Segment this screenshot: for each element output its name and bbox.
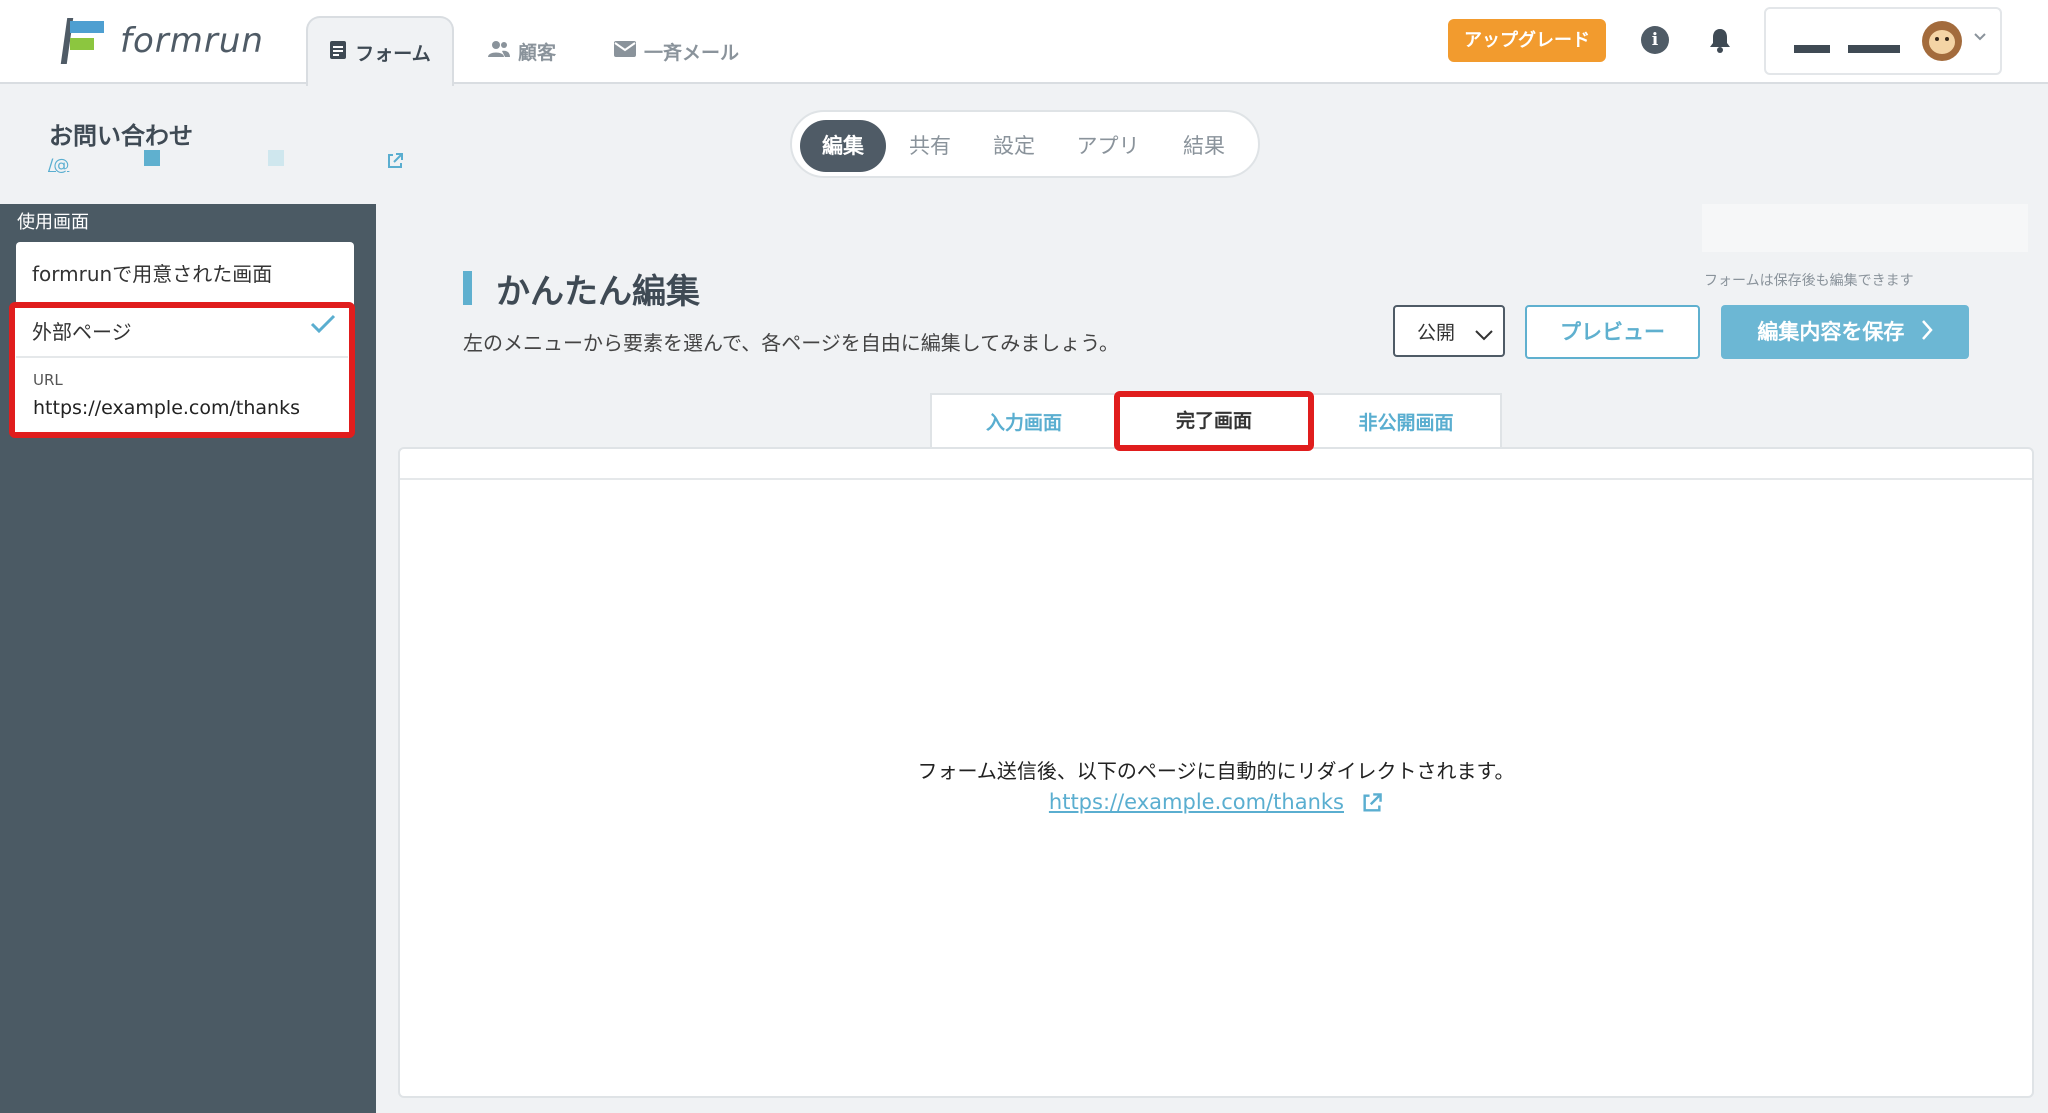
redirect-link-row: https://example.com/thanks	[398, 790, 2034, 818]
redirect-message: フォーム送信後、以下のページに自動的にリダイレクトされます。	[917, 759, 1515, 783]
tab-settings[interactable]: 設定	[976, 120, 1052, 172]
redacted-name	[1848, 45, 1900, 53]
tab-apps[interactable]: アプリ	[1060, 120, 1156, 172]
external-link-icon[interactable]	[386, 152, 404, 174]
panel-divider	[400, 478, 2032, 480]
publish-status-select[interactable]: 公開	[1393, 305, 1505, 357]
logo-mark-icon	[60, 18, 106, 64]
mail-icon	[614, 40, 636, 62]
document-icon	[329, 40, 347, 65]
upgrade-button[interactable]: アップグレード	[1448, 19, 1606, 62]
url-field[interactable]: https://example.com/thanks	[33, 397, 300, 419]
nav-tab-label: フォーム	[355, 42, 431, 65]
check-icon	[310, 313, 336, 339]
nav-tab-bulk-mail[interactable]: 一斉メール	[614, 18, 739, 84]
account-menu[interactable]	[1764, 7, 2002, 75]
chevron-down-icon	[1974, 29, 1986, 45]
url-label: URL	[33, 371, 63, 389]
nav-tab-customers[interactable]: 顧客	[488, 18, 556, 84]
external-link-icon[interactable]	[1361, 792, 1383, 818]
publish-status-value: 公開	[1417, 322, 1456, 344]
chevron-right-icon	[1921, 306, 1933, 360]
form-email-link[interactable]: /@	[48, 155, 69, 174]
users-icon	[488, 40, 510, 63]
avatar	[1922, 21, 1962, 61]
option-formrun-page[interactable]: formrunで用意された画面	[16, 242, 354, 306]
redacted-block	[144, 150, 160, 166]
redacted-name	[1794, 45, 1830, 53]
form-title: お問い合わせ	[49, 122, 193, 150]
nav-tab-forms[interactable]: フォーム	[306, 16, 454, 86]
page-title: かんたん編集	[496, 272, 700, 312]
save-changes-button[interactable]: 編集内容を保存	[1721, 305, 1969, 359]
option-external-page[interactable]: 外部ページ	[16, 308, 348, 358]
form-section-tabs: 編集 共有 設定 アプリ 結果	[790, 110, 1260, 178]
logo-text: formrun	[120, 21, 264, 61]
save-hint: フォームは保存後も編集できます	[1704, 273, 1914, 289]
hint-area	[1702, 204, 2028, 252]
chevron-down-icon	[1475, 324, 1493, 346]
bell-icon[interactable]	[1706, 26, 1734, 54]
title-accent-bar	[463, 271, 472, 305]
nav-tab-label: 顧客	[518, 41, 557, 64]
info-icon[interactable]: i	[1641, 26, 1669, 54]
sidebar-section-label: 使用画面	[17, 212, 89, 233]
redacted-block	[268, 150, 284, 166]
nav-tab-label: 一斉メール	[644, 41, 740, 64]
redirect-url-link[interactable]: https://example.com/thanks	[1049, 790, 1344, 814]
page-subtitle: 左のメニューから要素を選んで、各ページを自由に編集してみましょう。	[463, 331, 1119, 355]
tab-results[interactable]: 結果	[1166, 120, 1242, 172]
top-navigation: formrun フォーム 顧客 一斉メール アップグレード i	[0, 0, 2048, 86]
tab-edit[interactable]: 編集	[800, 120, 886, 172]
tab-closed-page[interactable]: 非公開画面	[1310, 393, 1502, 449]
tab-completion-page[interactable]: 完了画面	[1114, 391, 1314, 451]
preview-button[interactable]: プレビュー	[1525, 305, 1700, 359]
save-changes-label: 編集内容を保存	[1757, 320, 1905, 344]
formrun-logo[interactable]: formrun	[60, 16, 264, 66]
tab-share[interactable]: 共有	[892, 120, 968, 172]
tab-input-page[interactable]: 入力画面	[930, 393, 1118, 449]
